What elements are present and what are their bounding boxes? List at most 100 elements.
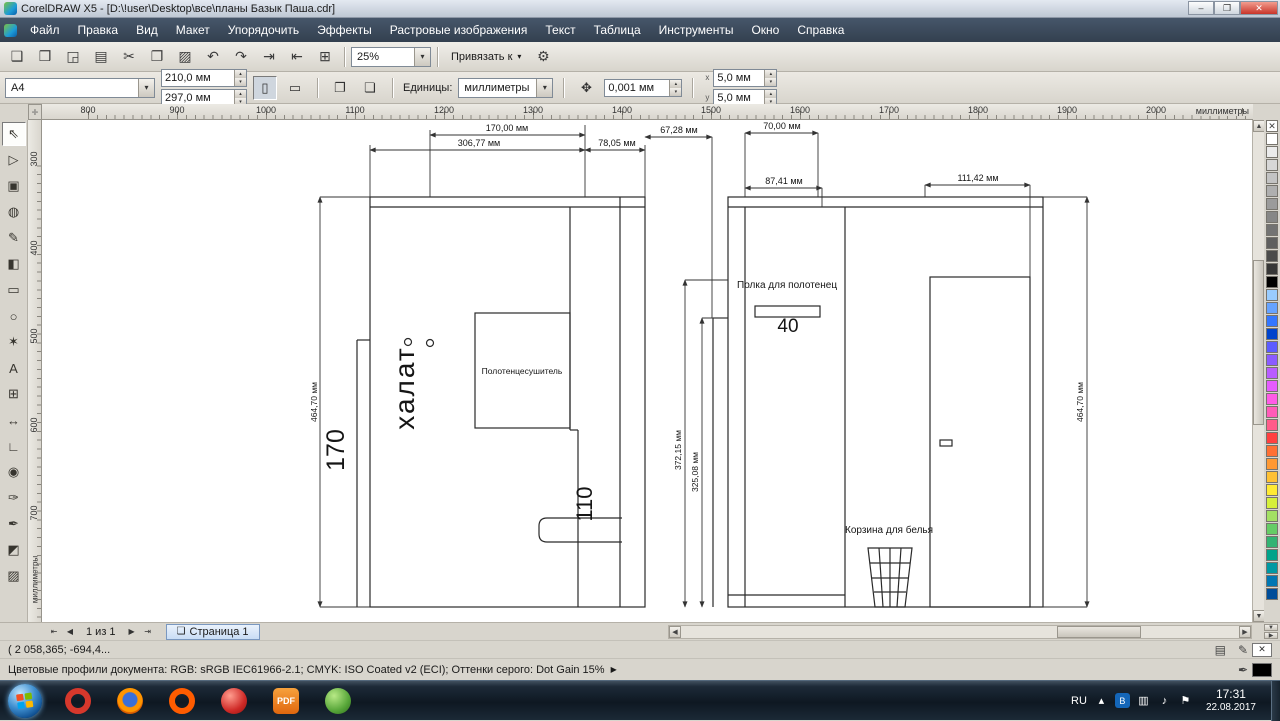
palette-swatch[interactable] (1266, 510, 1278, 522)
horizontal-scrollbar[interactable]: ◀ ▶ (668, 625, 1252, 639)
menu-item[interactable]: Правка (69, 18, 128, 42)
spin-down-icon[interactable]: ▾ (235, 77, 246, 86)
menu-item[interactable]: Таблица (585, 18, 650, 42)
palette-swatch[interactable] (1266, 549, 1278, 561)
blend-tool[interactable]: ◉ (2, 460, 26, 484)
menu-item[interactable]: Окно (742, 18, 788, 42)
palette-swatch[interactable] (1266, 432, 1278, 444)
menu-item[interactable]: Эффекты (308, 18, 381, 42)
spin-up-icon[interactable]: ▴ (765, 89, 777, 98)
palette-swatch[interactable] (1266, 198, 1278, 210)
palette-swatch[interactable] (1266, 302, 1278, 314)
save-icon[interactable]: ◲ (60, 44, 86, 70)
document-info-icon[interactable]: ▤ (1215, 643, 1226, 657)
first-page-button[interactable]: ⇤ (46, 625, 62, 639)
units-combo[interactable]: миллиметры ▾ (458, 77, 554, 98)
palette-swatch[interactable] (1266, 250, 1278, 262)
horizontal-ruler[interactable]: миллиметры 800 900 1000 1100 1200 1300 1400 150… (42, 104, 1253, 120)
new-document-icon[interactable]: ❑ (4, 44, 30, 70)
action-center-flag-icon[interactable]: ⚑ (1178, 693, 1193, 708)
palette-swatch[interactable] (1266, 341, 1278, 353)
palette-swatch[interactable] (1266, 406, 1278, 418)
menu-item[interactable]: Растровые изображения (381, 18, 537, 42)
palette-swatch[interactable] (1266, 224, 1278, 236)
options-icon[interactable]: ⚙ (530, 44, 556, 70)
snap-to-dropdown[interactable]: Привязать к ▾ (444, 45, 528, 69)
start-button[interactable] (8, 683, 42, 718)
outline-color-indicator[interactable]: ✕ (1252, 642, 1272, 657)
taskbar-app-firefox[interactable] (108, 684, 152, 718)
pick-tool[interactable]: ⇖ (1, 122, 26, 146)
palette-swatch[interactable] (1266, 575, 1278, 587)
dim-label-70mm[interactable]: 70,00 мм (763, 121, 800, 131)
taskbar-app-pdf[interactable]: PDF (264, 684, 308, 718)
dimension-tool[interactable]: ↔ (2, 408, 26, 432)
text-40[interactable]: 40 (777, 316, 798, 337)
spin-up-icon[interactable]: ▴ (235, 89, 246, 98)
previous-page-button[interactable]: ◀ (62, 625, 78, 639)
towel-rail-label[interactable]: Полотенцесушитель (482, 366, 563, 376)
dim-label-372mm[interactable]: 372,15 мм (673, 430, 683, 470)
dim-label-306mm[interactable]: 306,77 мм (458, 138, 500, 148)
dim-label-111mm[interactable]: 111,42 мм (957, 173, 998, 183)
taskbar-clock[interactable]: 17:31 22.08.2017 (1206, 687, 1256, 714)
last-page-button[interactable]: ⇥ (140, 625, 156, 639)
text-110[interactable]: 110 (572, 486, 597, 521)
horizontal-scrollbar-thumb[interactable] (1057, 626, 1141, 638)
taskbar-app-opera[interactable]: O (56, 684, 100, 718)
crop-tool[interactable]: ▣ (2, 174, 26, 198)
towel-shelf-label[interactable]: Полка для полотенец (737, 280, 837, 291)
dim-label-170mm[interactable]: 170,00 мм (486, 123, 528, 133)
palette-swatch[interactable] (1266, 497, 1278, 509)
palette-swatch[interactable] (1266, 263, 1278, 275)
polygon-tool[interactable]: ✶ (2, 330, 26, 354)
palette-swatch[interactable] (1266, 276, 1278, 288)
chevron-down-icon[interactable]: ▾ (414, 47, 430, 66)
page-tab[interactable]: ❏ Страница 1 (165, 623, 260, 640)
paste-icon[interactable]: ▨ (172, 44, 198, 70)
palette-swatch[interactable] (1266, 354, 1278, 366)
spin-down-icon[interactable]: ▾ (670, 87, 682, 96)
menu-item[interactable]: Упорядочить (219, 18, 308, 42)
copy-icon[interactable]: ❐ (144, 44, 170, 70)
chevron-down-icon[interactable]: ▾ (138, 78, 154, 97)
laundry-basket-label[interactable]: Корзина для белья (845, 524, 933, 536)
palette-swatch[interactable] (1266, 380, 1278, 392)
palette-scroll-down-icon[interactable]: ▼ (1264, 624, 1278, 631)
spin-down-icon[interactable]: ▾ (765, 77, 777, 86)
vertical-scrollbar-thumb[interactable] (1253, 260, 1264, 425)
palette-swatch[interactable] (1266, 172, 1278, 184)
redo-icon[interactable]: ↷ (228, 44, 254, 70)
dim-label-464mm-left[interactable]: 464,70 мм (309, 382, 319, 422)
no-color-swatch[interactable]: ✕ (1266, 120, 1278, 132)
drawing-canvas[interactable]: 170,00 мм 306,77 мм 78,05 мм 464,70 мм 1… (42, 120, 1252, 622)
freehand-tool[interactable]: ✎ (2, 226, 26, 250)
close-button[interactable]: ✕ (1240, 1, 1278, 15)
outline-pen-tool[interactable]: ✒ (2, 512, 26, 536)
interactive-fill-tool[interactable]: ▨ (2, 564, 26, 588)
table-tool[interactable]: ⊞ (2, 382, 26, 406)
cut-icon[interactable]: ✂ (116, 44, 142, 70)
palette-swatch[interactable] (1266, 146, 1278, 158)
palette-flyout-icon[interactable]: ▶ (1264, 632, 1278, 639)
text-robe[interactable]: халат (389, 346, 420, 429)
print-icon[interactable]: ▤ (88, 44, 114, 70)
palette-swatch[interactable] (1266, 211, 1278, 223)
scroll-right-icon[interactable]: ▶ (1239, 626, 1251, 638)
palette-swatch[interactable] (1266, 328, 1278, 340)
palette-swatch[interactable] (1266, 289, 1278, 301)
menu-item[interactable]: Макет (167, 18, 219, 42)
palette-swatch[interactable] (1266, 562, 1278, 574)
dim-label-67mm[interactable]: 67,28 мм (660, 125, 697, 135)
taskbar-app-opera-classic[interactable]: O (160, 684, 204, 718)
scroll-left-icon[interactable]: ◀ (669, 626, 681, 638)
palette-swatch[interactable] (1266, 445, 1278, 457)
fill-tool[interactable]: ◩ (2, 538, 26, 562)
palette-swatch[interactable] (1266, 315, 1278, 327)
smart-fill-tool[interactable]: ◧ (2, 252, 26, 276)
palette-swatch[interactable] (1266, 419, 1278, 431)
dim-label-87mm[interactable]: 87,41 мм (765, 176, 802, 186)
menu-item[interactable]: Вид (127, 18, 167, 42)
application-launcher-icon[interactable]: ⊞ (312, 44, 338, 70)
zoom-level-combo[interactable]: 25% ▾ (351, 46, 431, 67)
